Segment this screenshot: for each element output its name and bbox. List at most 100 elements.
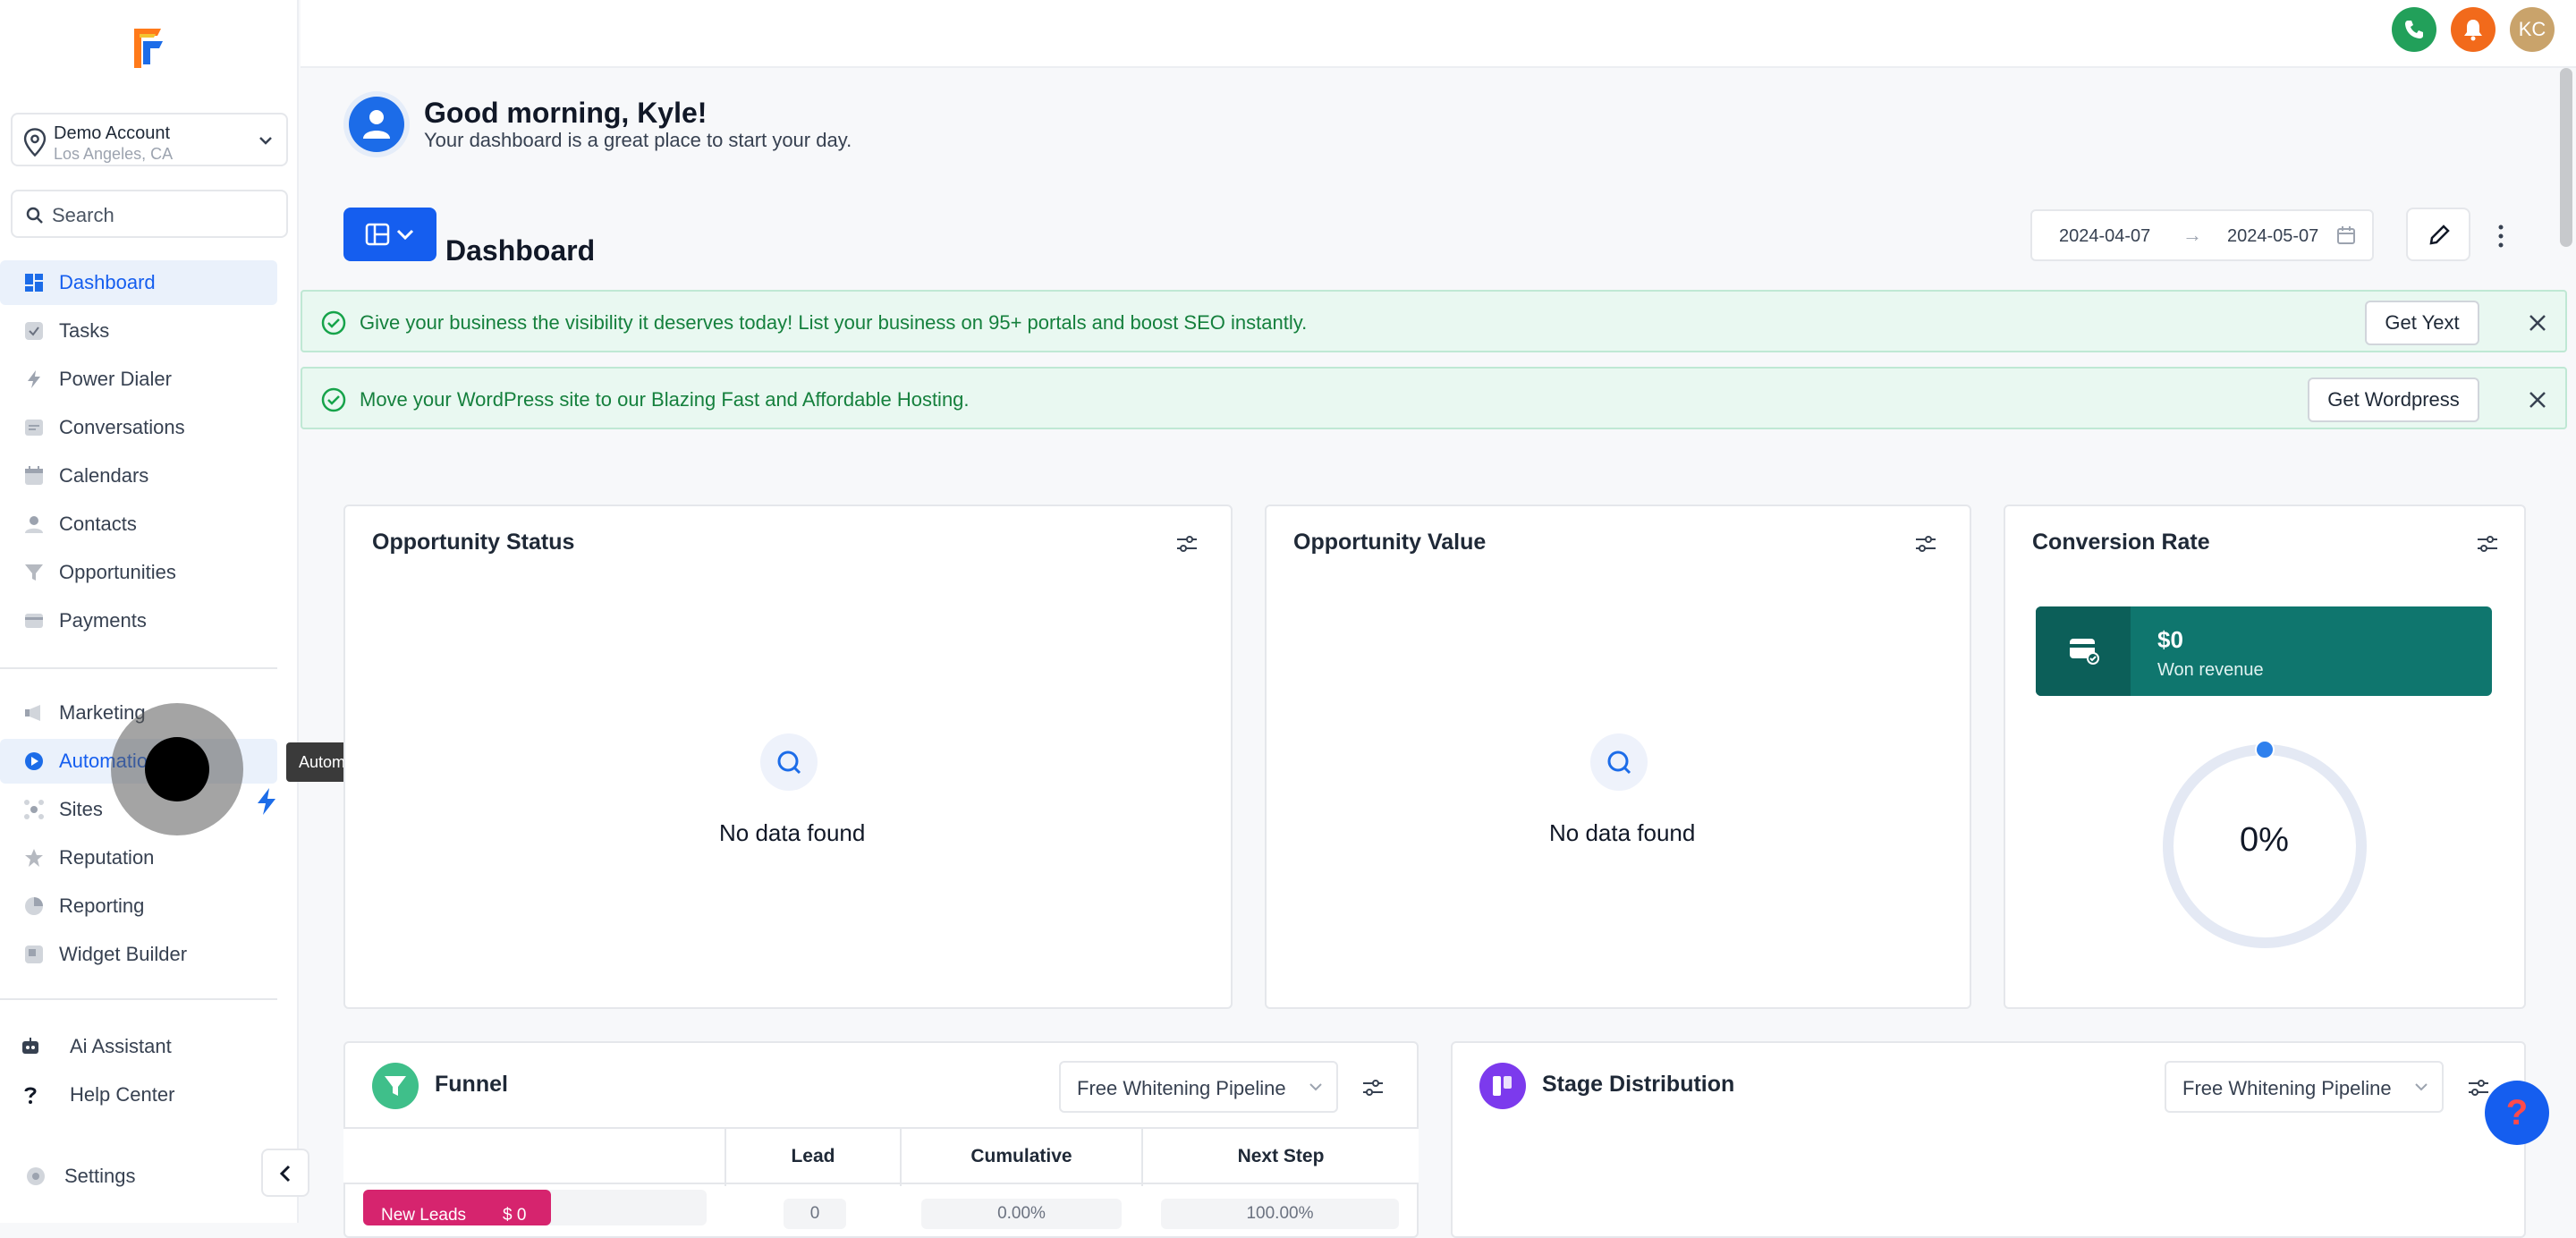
- sidebar-item-tasks[interactable]: Tasks: [0, 309, 277, 353]
- sidebar-item-label: Conversations: [59, 416, 185, 438]
- pencil-icon: [2429, 225, 2450, 245]
- date-start: 2024-04-07: [2059, 226, 2151, 246]
- card-title: Opportunity Status: [372, 530, 575, 555]
- chevron-down-icon: [396, 229, 414, 241]
- wallet-icon: [2070, 639, 2099, 665]
- filter-icon[interactable]: [1175, 533, 1199, 555]
- location-pin-icon: [23, 128, 47, 157]
- sidebar-item-help-center[interactable]: Help Center: [0, 1073, 277, 1117]
- banner-text: Give your business the visibility it des…: [360, 311, 1308, 334]
- sidebar: Demo Account Los Angeles, CA Search Dash…: [0, 0, 309, 1223]
- megaphone-icon: [25, 705, 40, 721]
- get-yext-button[interactable]: Get Yext: [2365, 301, 2479, 345]
- filter-icon[interactable]: [1361, 1077, 1385, 1098]
- edit-dashboard-button[interactable]: [2406, 208, 2470, 261]
- close-icon[interactable]: [2526, 388, 2549, 411]
- no-data-text: No data found: [719, 819, 866, 846]
- sidebar-item-label: Reputation: [59, 846, 155, 869]
- question-icon: [24, 1087, 37, 1104]
- calendar-icon: [25, 466, 43, 485]
- help-button[interactable]: ?: [2485, 1081, 2549, 1145]
- dashboard-switcher-button[interactable]: [343, 208, 436, 261]
- filter-icon[interactable]: [1914, 533, 1937, 555]
- kanban-icon: [1493, 1076, 1512, 1096]
- won-revenue-label: Won revenue: [2157, 660, 2264, 680]
- column-header-lead: Lead: [724, 1129, 900, 1186]
- power-dialer-icon: [28, 370, 40, 388]
- close-icon[interactable]: [2526, 311, 2549, 335]
- search-icon: [26, 207, 43, 224]
- person-icon: [363, 110, 390, 139]
- date-range-picker[interactable]: 2024-04-07 → 2024-05-07: [2030, 209, 2374, 261]
- account-switcher[interactable]: Demo Account Los Angeles, CA: [11, 113, 288, 166]
- gear-icon: [27, 1167, 45, 1185]
- revenue-icon-box: [2036, 606, 2131, 696]
- sites-icon: [24, 800, 44, 819]
- stage-new-leads[interactable]: New Leads $ 0: [363, 1190, 551, 1225]
- funnel-table-header: Lead Cumulative Next Step: [343, 1127, 1419, 1186]
- page-title: Dashboard: [445, 234, 596, 267]
- filter-icon[interactable]: [2467, 1077, 2490, 1098]
- pipeline-select[interactable]: Free Whitening Pipeline: [1059, 1061, 1338, 1113]
- search-input[interactable]: Search: [11, 190, 288, 238]
- sidebar-item-widget-builder[interactable]: Widget Builder: [0, 932, 277, 977]
- sidebar-item-label: Help Center: [70, 1083, 175, 1106]
- check-icon: [25, 322, 43, 340]
- chevron-down-icon: [2415, 1083, 2428, 1091]
- sidebar-item-payments[interactable]: Payments: [0, 598, 277, 643]
- collapse-sidebar-button[interactable]: [261, 1149, 309, 1197]
- chevron-down-icon: [1309, 1083, 1322, 1091]
- sidebar-item-settings[interactable]: Settings: [0, 1154, 277, 1199]
- sidebar-item-ai-assistant[interactable]: Ai Assistant: [0, 1024, 277, 1069]
- search-placeholder: Search: [52, 204, 114, 226]
- card-title: Opportunity Value: [1293, 530, 1487, 555]
- more-options-icon[interactable]: [2492, 218, 2510, 254]
- sidebar-item-conversations[interactable]: Conversations: [0, 405, 277, 450]
- cumulative-cell: 0.00%: [921, 1199, 1122, 1229]
- yext-banner: Give your business the visibility it des…: [301, 290, 2567, 352]
- chat-icon: [25, 420, 43, 436]
- card-icon: [25, 614, 43, 628]
- phone-button[interactable]: [2392, 7, 2436, 52]
- pipeline-select-value: Free Whitening Pipeline: [1077, 1077, 1286, 1099]
- sidebar-item-calendars[interactable]: Calendars: [0, 454, 277, 498]
- sidebar-item-contacts[interactable]: Contacts: [0, 502, 277, 547]
- sidebar-item-label: Dashboard: [59, 271, 156, 293]
- sidebar-item-power-dialer[interactable]: Power Dialer: [0, 357, 277, 402]
- stage-badge: [1479, 1063, 1526, 1109]
- greeting-subtitle: Your dashboard is a great place to start…: [424, 129, 852, 151]
- lightning-icon[interactable]: [254, 787, 279, 816]
- phone-icon: [2405, 21, 2423, 38]
- notifications-button[interactable]: [2451, 7, 2496, 52]
- sidebar-item-label: Reporting: [59, 895, 145, 917]
- sidebar-item-reporting[interactable]: Reporting: [0, 884, 277, 928]
- sidebar-divider: [0, 667, 277, 669]
- check-circle-icon: [321, 387, 346, 412]
- sidebar-item-label: Widget Builder: [59, 943, 188, 965]
- pipeline-select[interactable]: Free Whitening Pipeline: [2165, 1061, 2444, 1113]
- won-revenue-value: $0: [2157, 626, 2183, 653]
- sidebar-item-reputation[interactable]: Reputation: [0, 835, 277, 880]
- conversion-rate-value: 0%: [2240, 821, 2289, 859]
- sidebar-item-label: Calendars: [59, 464, 149, 487]
- sidebar-item-opportunities[interactable]: Opportunities: [0, 550, 277, 595]
- bell-icon: [2464, 20, 2482, 41]
- sidebar-item-dashboard[interactable]: Dashboard: [0, 260, 277, 305]
- search-icon: [777, 750, 801, 775]
- account-name: Demo Account: [54, 123, 171, 143]
- sidebar-item-label: Tasks: [59, 319, 110, 342]
- cursor-pointer: [145, 737, 209, 801]
- date-end: 2024-05-07: [2227, 226, 2319, 246]
- get-wordpress-button[interactable]: Get Wordpress: [2308, 377, 2479, 422]
- filter-icon[interactable]: [2476, 533, 2499, 555]
- dashboard-icon: [25, 274, 43, 292]
- app-logo[interactable]: [131, 25, 166, 72]
- sidebar-item-label: Settings: [64, 1165, 136, 1187]
- sidebar-item-label: Opportunities: [59, 561, 176, 583]
- sidebar-item-label: Contacts: [59, 513, 137, 535]
- star-icon: [25, 849, 43, 867]
- page-scrollbar[interactable]: [2560, 68, 2572, 247]
- card-title: Conversion Rate: [2032, 530, 2210, 555]
- automation-icon: [25, 752, 43, 770]
- user-avatar[interactable]: KC: [2510, 7, 2555, 52]
